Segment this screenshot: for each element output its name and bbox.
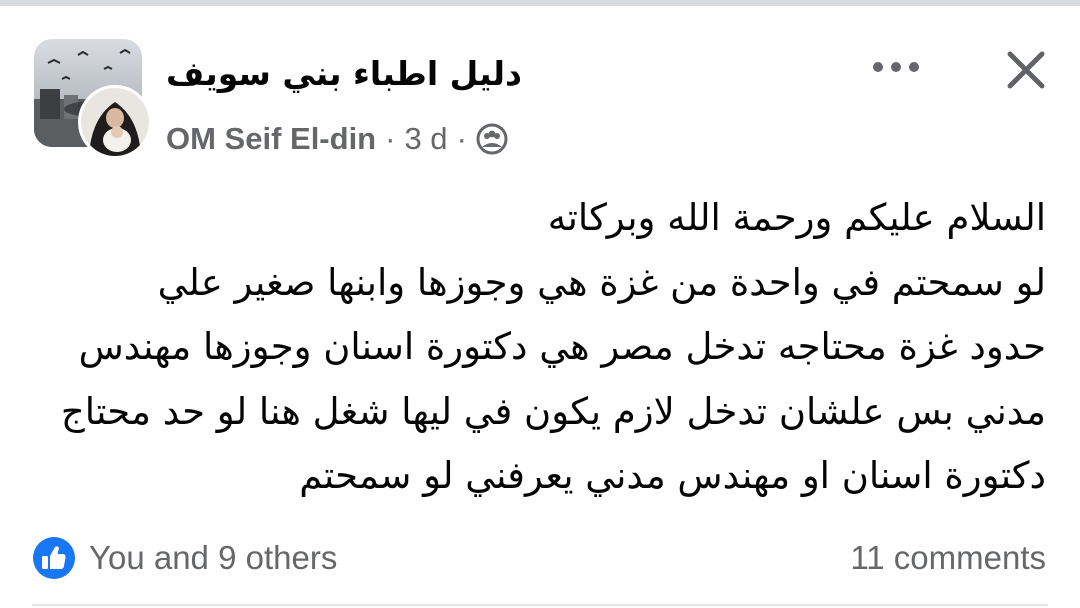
close-icon — [1007, 51, 1045, 89]
post-text-line: دكتورة اسنان او مهندس مدني يعرفني لو سمح… — [299, 454, 1046, 497]
author-name[interactable]: OM Seif El-din — [166, 121, 376, 157]
more-options-button[interactable] — [866, 44, 926, 90]
post-avatars[interactable] — [34, 39, 152, 159]
post-card: دليل اطباء بني سويف OM Seif El-din · 3 d… — [0, 6, 1080, 608]
footer-divider — [32, 604, 1048, 606]
close-button[interactable] — [998, 42, 1054, 98]
meta-separator: · — [385, 121, 396, 156]
author-avatar[interactable] — [78, 85, 152, 159]
reactions-summary[interactable]: You and 9 others — [32, 534, 337, 582]
post-text-line: السلام عليكم ورحمة الله وبركاته — [547, 196, 1046, 239]
like-thumb-icon — [32, 536, 76, 580]
post-text-line: لو سمحتم في واحدة من غزة هي وجوزها وابنه… — [157, 260, 1046, 304]
group-members-icon[interactable] — [476, 123, 508, 155]
meta-separator: · — [456, 121, 467, 156]
author-avatar-image — [81, 88, 149, 156]
post-text: السلام عليكم ورحمة الله وبركاته لو سمحتم… — [30, 186, 1046, 509]
post-text-line: مدني بس علشان تدخل لازم يكون في ليها شغل… — [60, 389, 1046, 433]
group-name[interactable]: دليل اطباء بني سويف — [166, 46, 726, 102]
post-timestamp[interactable]: 3 d — [404, 121, 447, 157]
post-meta: OM Seif El-din · 3 d · — [166, 116, 508, 162]
comments-count[interactable]: 11 comments — [850, 534, 1046, 582]
reactions-text: You and 9 others — [89, 539, 338, 576]
post-text-line: حدود غزة محتاجه تدخل مصر هي دكتورة اسنان… — [78, 325, 1046, 368]
more-dots-icon — [873, 62, 919, 72]
